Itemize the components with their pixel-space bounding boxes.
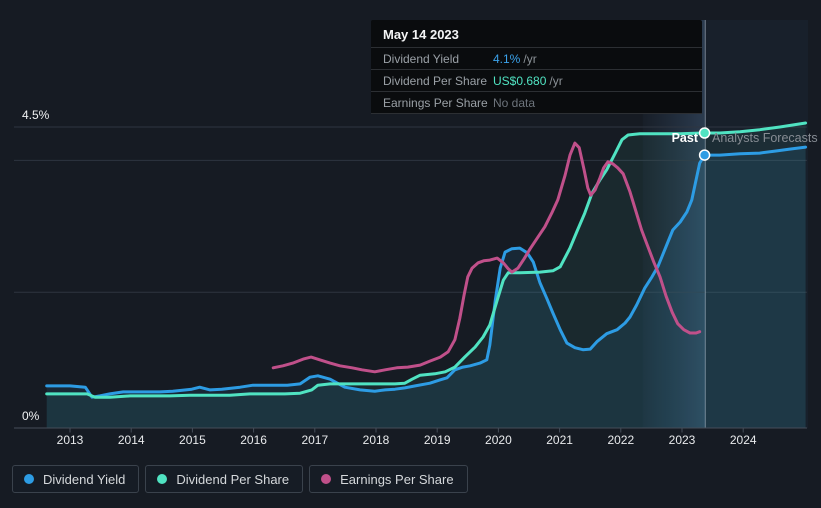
x-axis-label: 2018 xyxy=(363,433,390,447)
legend-item-dividend-per-share[interactable]: Dividend Per Share xyxy=(145,465,304,493)
x-axis-label: 2021 xyxy=(546,433,573,447)
series-areas xyxy=(46,123,806,428)
dividend-per-share-dot-icon xyxy=(157,474,168,484)
legend-item-earnings-per-share[interactable]: Earnings Per Share xyxy=(309,465,468,493)
tooltip-label: Earnings Per Share xyxy=(383,95,488,110)
y-axis-label: 4.5% xyxy=(22,108,50,122)
chart-legend: Dividend Yield Dividend Per Share Earnin… xyxy=(12,465,468,493)
chart-tooltip: May 14 2023 Dividend Yield 4.1% /yr Divi… xyxy=(371,20,702,114)
dividend-yield-dot-icon xyxy=(24,474,34,484)
tooltip-unit: /yr xyxy=(523,51,537,66)
x-axis-label: 2017 xyxy=(301,433,328,447)
x-axis: 2013 2014 2015 2016 2017 2018 2019 2020 2021 2022… xyxy=(14,427,807,447)
tooltip-row-earnings-per-share: Earnings Per Share No data xyxy=(371,91,702,114)
legend-label: Dividend Yield xyxy=(43,471,126,487)
x-axis-label: 2015 xyxy=(179,433,206,447)
y-axis-label: 0% xyxy=(22,409,40,423)
analysts-forecasts-label: Analysts Forecasts xyxy=(712,131,818,145)
x-axis-label: 2019 xyxy=(424,433,451,447)
legend-label: Dividend Per Share xyxy=(176,471,290,487)
tooltip-row-dividend-yield: Dividend Yield 4.1% /yr xyxy=(371,47,702,69)
earnings-per-share-dot-icon xyxy=(321,474,332,484)
legend-label: Earnings Per Share xyxy=(340,471,454,487)
past-label: Past xyxy=(672,131,699,145)
y-axis-labels: 4.5% 0% xyxy=(22,108,50,423)
legend-item-dividend-yield[interactable]: Dividend Yield xyxy=(12,465,140,493)
tooltip-value: 4.1% xyxy=(493,51,521,66)
dividend-per-share-marker xyxy=(698,127,711,139)
x-axis-label: 2014 xyxy=(118,433,145,447)
tooltip-label: Dividend Per Share xyxy=(383,73,488,88)
x-axis-label: 2016 xyxy=(240,433,267,447)
x-axis-label: 2022 xyxy=(607,433,634,447)
tooltip-label: Dividend Yield xyxy=(383,51,460,66)
tooltip-value: No data xyxy=(493,95,536,110)
tooltip-row-dividend-per-share: Dividend Per Share US$0.680 /yr xyxy=(371,69,702,91)
dividend-per-share-area xyxy=(46,123,806,428)
x-axis-label: 2023 xyxy=(669,433,696,447)
x-axis-label: 2020 xyxy=(485,433,512,447)
tooltip-value: US$0.680 xyxy=(493,73,547,88)
tooltip-date: May 14 2023 xyxy=(383,27,459,42)
x-axis-label: 2024 xyxy=(730,433,757,447)
dividend-chart-panel: 2013 2014 2015 2016 2017 2018 2019 2020 2021 2022… xyxy=(0,0,821,508)
x-axis-label: 2013 xyxy=(57,433,84,447)
dividend-yield-marker xyxy=(698,149,711,161)
tooltip-unit: /yr xyxy=(549,73,563,88)
